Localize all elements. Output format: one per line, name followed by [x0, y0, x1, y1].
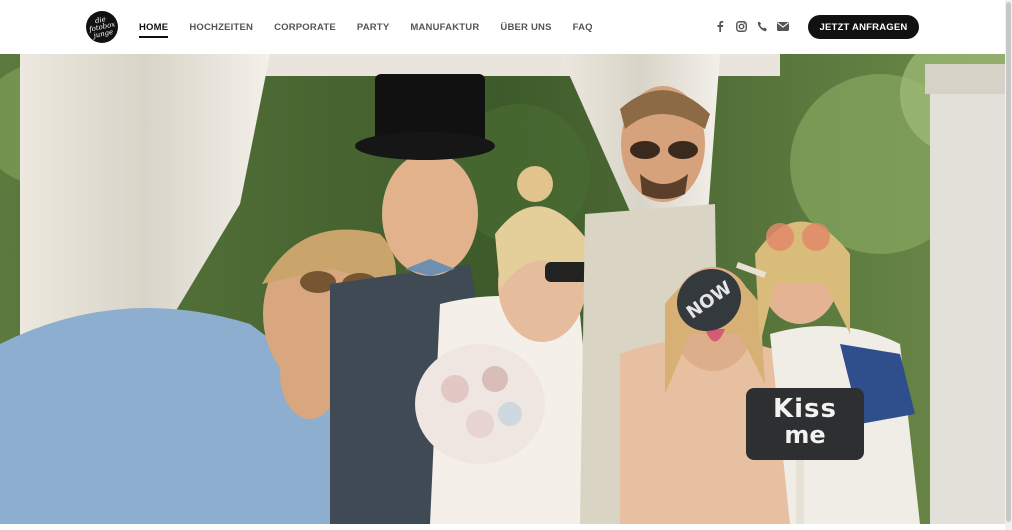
- hero-image: NOW Kiss me: [0, 54, 1005, 524]
- facebook-icon[interactable]: [713, 19, 727, 33]
- nav-item-ueber-uns[interactable]: ÜBER UNS: [500, 22, 551, 33]
- nav-item-corporate[interactable]: CORPORATE: [274, 22, 336, 33]
- nav-item-party[interactable]: PARTY: [357, 22, 390, 33]
- social-icons: [713, 19, 797, 33]
- scrollbar-thumb[interactable]: [1006, 2, 1011, 522]
- logo[interactable]: die fotobox junge: [86, 11, 118, 43]
- nav-item-home[interactable]: HOME: [139, 22, 169, 38]
- kiss-me-line1: Kiss: [772, 394, 837, 424]
- instagram-icon[interactable]: [734, 19, 748, 33]
- nav-item-hochzeiten[interactable]: HOCHZEITEN: [189, 22, 253, 33]
- nav-item-manufaktur[interactable]: MANUFAKTUR: [410, 22, 479, 33]
- main-nav: HOME HOCHZEITEN CORPORATE PARTY MANUFAKT…: [139, 0, 614, 54]
- site-header: die fotobox junge HOME HOCHZEITEN CORPOR…: [0, 0, 1005, 54]
- phone-icon[interactable]: [755, 19, 769, 33]
- mail-icon[interactable]: [776, 19, 790, 33]
- bottom-strip: [0, 524, 1005, 530]
- kiss-me-line2: me: [784, 421, 826, 449]
- logo-text: die fotobox junge: [88, 14, 116, 40]
- scrollbar[interactable]: [1005, 0, 1012, 530]
- request-button[interactable]: JETZT ANFRAGEN: [808, 15, 919, 39]
- kiss-me-sign: Kiss me: [746, 388, 864, 460]
- nav-item-faq[interactable]: FAQ: [573, 22, 593, 33]
